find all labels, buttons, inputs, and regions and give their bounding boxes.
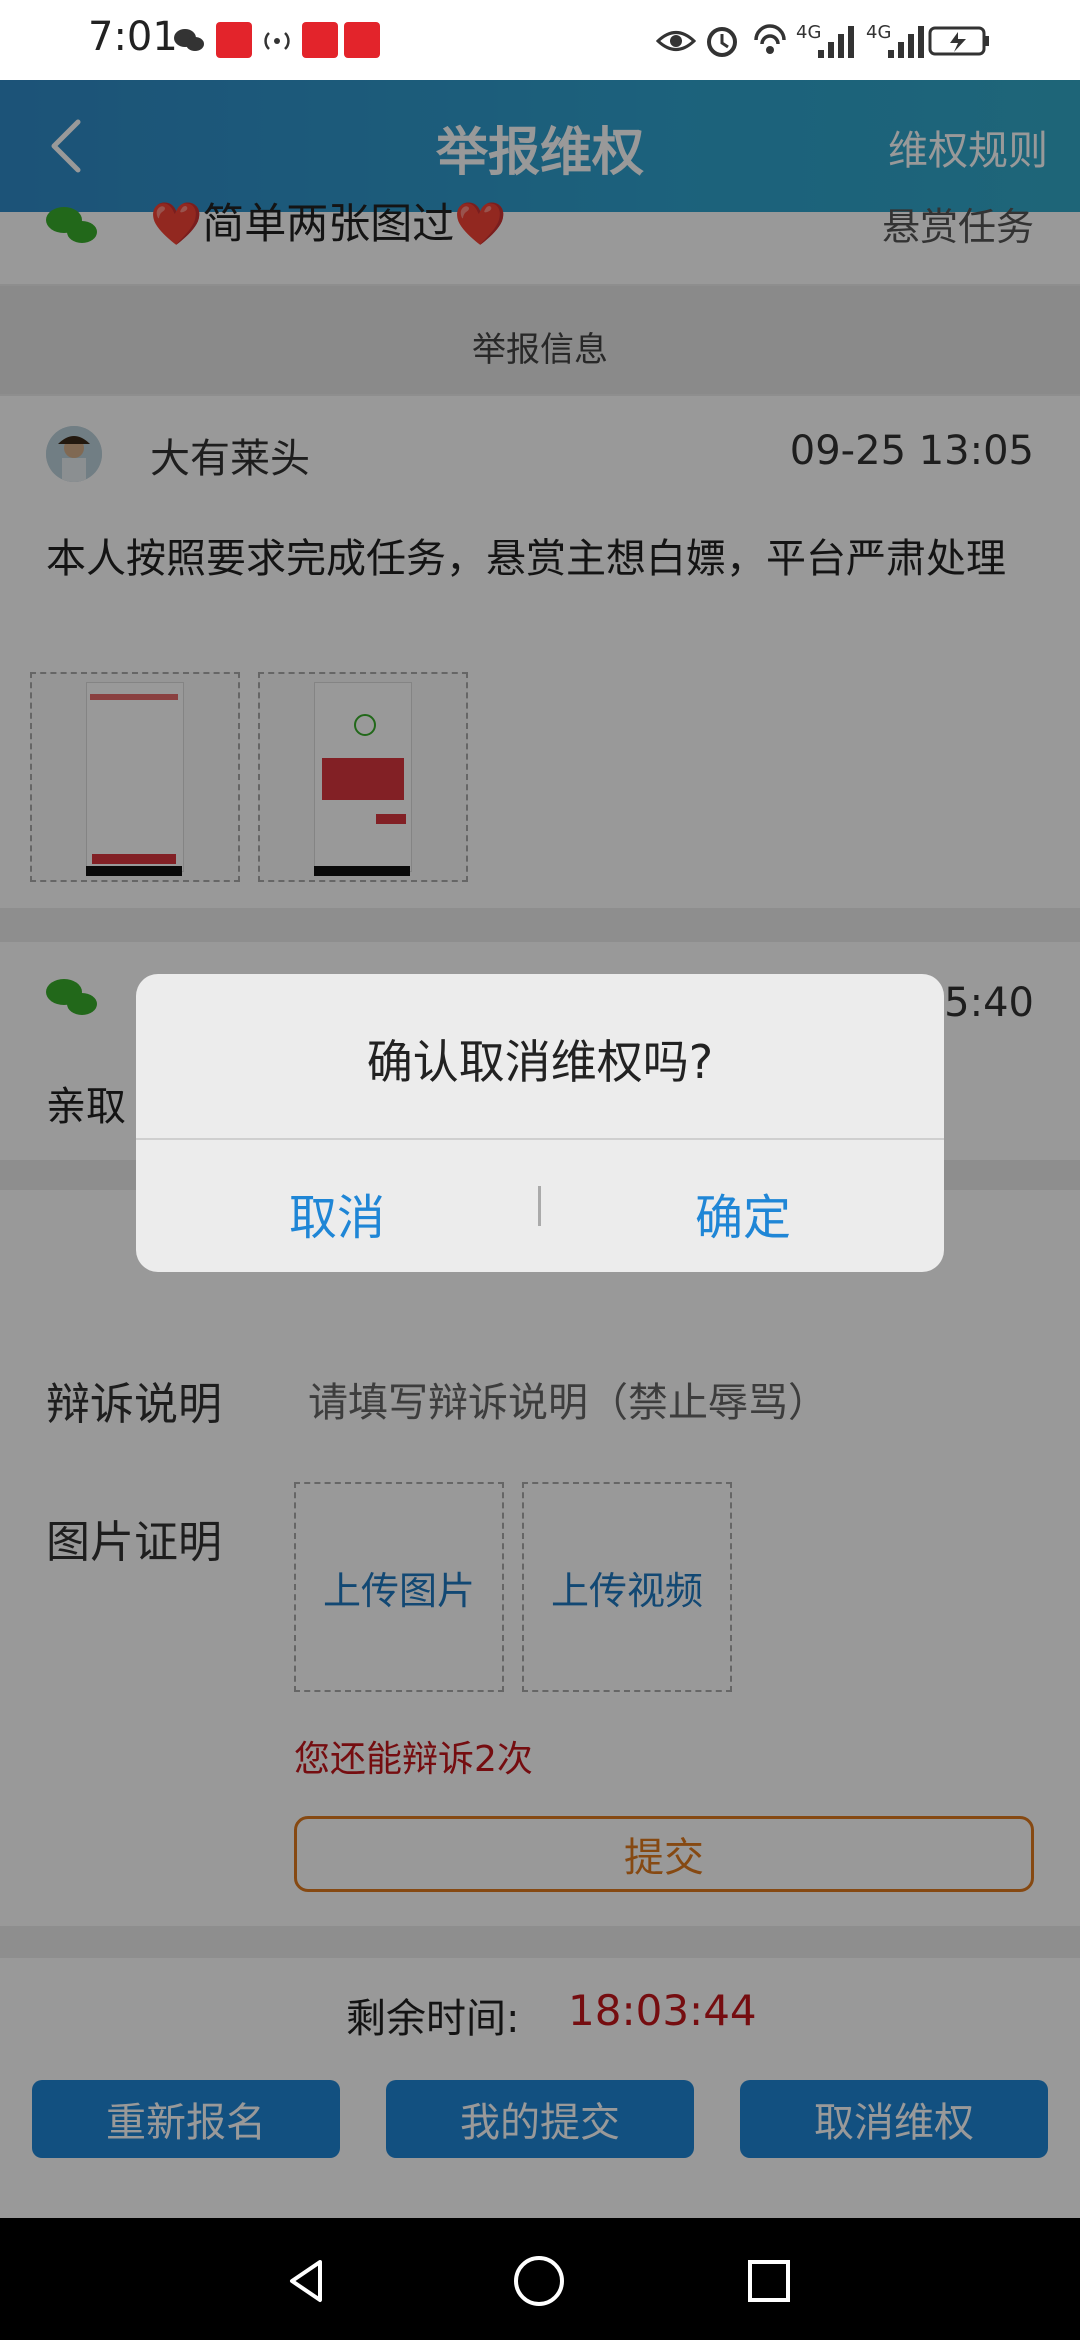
hotspot-icon	[264, 32, 290, 50]
dialog-divider	[136, 1138, 944, 1140]
dialog-confirm-button[interactable]: 确定	[542, 1178, 944, 1248]
signal-icon	[818, 26, 854, 58]
app-notification-icon	[344, 22, 380, 58]
app-notification-icon	[216, 22, 252, 58]
wifi-icon	[754, 24, 786, 54]
dialog-button-separator	[538, 1186, 541, 1226]
status-bar: 7:01 4G 4G	[0, 0, 1080, 80]
nav-home-icon[interactable]	[512, 2254, 566, 2308]
eye-icon	[656, 31, 696, 51]
signal-icon	[888, 26, 924, 58]
dialog-cancel-button[interactable]: 取消	[136, 1178, 538, 1248]
wechat-notification-icon	[174, 29, 204, 51]
system-navigation-bar	[0, 2218, 1080, 2340]
nav-recents-icon[interactable]	[744, 2256, 794, 2306]
dialog-message: 确认取消维权吗?	[366, 1035, 714, 1089]
alarm-icon	[707, 27, 737, 57]
battery-charging-icon	[928, 26, 989, 56]
status-time: 7:01	[88, 14, 178, 60]
confirm-dialog: 确认取消维权吗? 取消 确定	[136, 974, 944, 1272]
app-notification-icon	[302, 22, 338, 58]
nav-back-icon[interactable]	[282, 2256, 332, 2306]
